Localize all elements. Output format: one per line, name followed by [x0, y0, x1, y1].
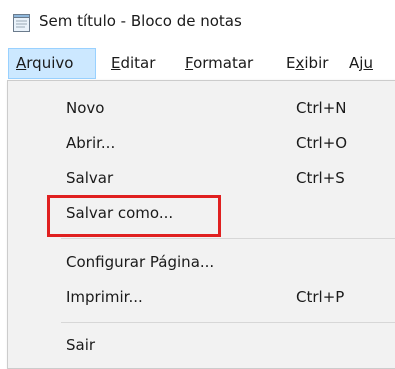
menu-item-configurar-pagina[interactable]: Configurar Página... [11, 245, 395, 279]
menu-item-abrir-label: Abrir... [66, 134, 116, 152]
menu-item-configurar-pagina-label: Configurar Página... [66, 253, 215, 271]
menu-ajuda-mnemonic: u [363, 54, 373, 72]
menu-bar: Arquivo Editar Formatar Exibir Aju [0, 48, 395, 79]
menu-item-imprimir-label: Imprimir... [66, 288, 143, 306]
notepad-icon [13, 14, 30, 32]
title-bar: Sem título - Bloco de notas [0, 0, 395, 42]
menu-item-imprimir[interactable]: Imprimir... Ctrl+P [11, 280, 395, 314]
menu-formatar[interactable]: Formatar [178, 48, 260, 79]
menu-arquivo-label: rquivo [26, 54, 74, 72]
menu-separator [61, 322, 395, 323]
menu-editar[interactable]: Editar [104, 48, 162, 79]
menu-exibir[interactable]: Exibir [279, 48, 335, 79]
menu-editar-label: ditar [120, 54, 156, 72]
menu-item-novo[interactable]: Novo Ctrl+N [11, 91, 395, 125]
menu-item-novo-label: Novo [66, 99, 105, 117]
menu-item-sair-label: Sair [66, 336, 96, 354]
menu-item-sair[interactable]: Sair [11, 328, 395, 362]
menu-ajuda-pre: Aj [349, 54, 364, 72]
menu-item-salvar[interactable]: Salvar Ctrl+S [11, 161, 395, 195]
menu-separator [61, 238, 395, 239]
menu-item-novo-shortcut: Ctrl+N [296, 99, 347, 117]
menu-item-salvar-como-label: Salvar como... [66, 204, 174, 222]
window-title: Sem título - Bloco de notas [39, 12, 242, 30]
menu-item-salvar-shortcut: Ctrl+S [296, 169, 345, 187]
notepad-window: Sem título - Bloco de notas Arquivo Edit… [0, 0, 395, 369]
menu-formatar-label: ormatar [193, 54, 254, 72]
arquivo-dropdown-menu: Novo Ctrl+N Abrir... Ctrl+O Salvar Ctrl+… [7, 80, 395, 369]
menu-item-abrir-shortcut: Ctrl+O [296, 134, 348, 152]
menu-item-imprimir-shortcut: Ctrl+P [296, 288, 345, 306]
menu-arquivo-mnemonic: A [16, 54, 27, 72]
menu-item-abrir[interactable]: Abrir... Ctrl+O [11, 126, 395, 160]
menu-exibir-label: ibir [304, 54, 329, 72]
menu-arquivo[interactable]: Arquivo [8, 48, 96, 79]
menu-formatar-mnemonic: F [185, 54, 194, 72]
menu-item-salvar-label: Salvar [66, 169, 114, 187]
menu-ajuda[interactable]: Aju [342, 48, 380, 79]
menu-item-salvar-como[interactable]: Salvar como... [11, 196, 395, 230]
